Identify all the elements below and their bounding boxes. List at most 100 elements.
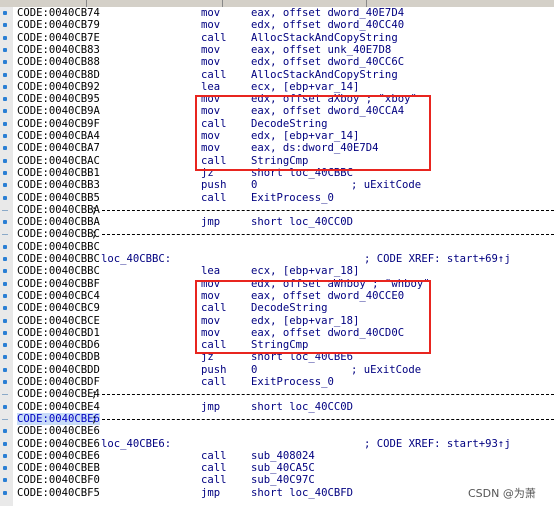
listing-row[interactable]: CODE:0040CBB5 call ExitProcess_0 <box>13 192 554 204</box>
row-address[interactable]: CODE:0040CB9A <box>17 105 100 117</box>
gutter-line-dot[interactable] <box>3 429 7 434</box>
breakpoint-gutter[interactable] <box>0 7 13 506</box>
instruction-operands[interactable]: ecx, [ebp+var_14] <box>251 81 359 93</box>
instruction-mnemonic[interactable]: call <box>201 450 227 462</box>
instruction-mnemonic[interactable]: call <box>201 32 227 44</box>
listing-row[interactable]: CODE:0040CBBC loc_40CBBC: ; CODE XREF: sta… <box>13 253 554 265</box>
row-address[interactable]: CODE:0040CBF5 <box>17 487 100 499</box>
gutter-line-dot[interactable] <box>3 146 7 151</box>
instruction-mnemonic[interactable]: mov <box>201 56 220 68</box>
gutter-line-dot[interactable] <box>3 380 7 384</box>
instruction-mnemonic[interactable]: lea <box>201 81 220 93</box>
row-address[interactable]: CODE:0040CB7E <box>17 32 100 44</box>
instruction-operands[interactable]: AllocStackAndCopyString <box>251 32 398 44</box>
row-address[interactable]: CODE:0040CB88 <box>17 56 100 68</box>
row-address[interactable]: CODE:0040CBC4 <box>17 290 100 302</box>
gutter-line-dot[interactable] <box>3 404 7 409</box>
gutter-line-dot[interactable] <box>3 343 7 348</box>
gutter-line-dot[interactable] <box>3 109 7 114</box>
gutter-line-dot[interactable] <box>3 72 7 77</box>
row-address[interactable]: CODE:0040CB92 <box>17 81 100 93</box>
gutter-dash-marker[interactable] <box>2 234 8 236</box>
instruction-operands[interactable]: AllocStackAndCopyString <box>251 69 398 81</box>
row-address[interactable]: CODE:0040CBE6 <box>17 450 100 462</box>
instruction-operands[interactable]: eax, offset unk_40E7D8 <box>251 44 391 56</box>
gutter-line-dot[interactable] <box>3 60 7 65</box>
row-address[interactable]: CODE:0040CBE6 <box>17 412 100 426</box>
instruction-mnemonic[interactable]: mov <box>201 44 220 56</box>
instruction-mnemonic[interactable]: call <box>201 69 227 81</box>
listing-row[interactable]: CODE:0040CB8D call AllocStackAndCopyString <box>13 69 554 81</box>
gutter-line-dot[interactable] <box>3 23 7 28</box>
gutter-line-dot[interactable] <box>3 84 7 89</box>
gutter-line-dot[interactable] <box>3 158 7 163</box>
row-address[interactable]: CODE:0040CBBC <box>17 253 100 265</box>
listing-row[interactable]: CODE:0040CBE4 jmp short loc_40CC0D <box>13 401 554 413</box>
listing-row[interactable]: CODE:0040CBDF call ExitProcess_0 <box>13 376 554 388</box>
row-address[interactable]: CODE:0040CBB3 <box>17 179 100 191</box>
row-address[interactable]: CODE:0040CB8D <box>17 69 100 81</box>
listing-row[interactable]: CODE:0040CB74 mov eax, offset dword_40E7D4 <box>13 7 554 19</box>
instruction-mnemonic[interactable]: jmp <box>201 401 220 413</box>
gutter-line-dot[interactable] <box>3 183 7 188</box>
listing-row[interactable]: CODE:0040CBEB call sub_40CA5C <box>13 462 554 474</box>
listing-row[interactable]: CODE:0040CBBC; <box>13 228 554 240</box>
gutter-line-dot[interactable] <box>3 367 7 372</box>
gutter-line-dot[interactable] <box>3 441 7 446</box>
code-label[interactable]: loc_40CBBC: <box>101 253 171 265</box>
gutter-line-dot[interactable] <box>3 453 7 458</box>
instruction-mnemonic[interactable]: call <box>201 376 227 388</box>
gutter-line-dot[interactable] <box>3 220 7 225</box>
listing-row[interactable]: CODE:0040CBBA jmp short loc_40CC0D <box>13 216 554 228</box>
gutter-line-dot[interactable] <box>3 490 7 495</box>
gutter-line-dot[interactable] <box>3 330 7 335</box>
row-address[interactable]: CODE:0040CBDF <box>17 376 100 388</box>
row-address[interactable]: CODE:0040CBBF <box>17 278 100 290</box>
instruction-mnemonic[interactable]: push <box>201 179 227 191</box>
listing-row[interactable]: CODE:0040CB79 mov edx, offset dword_40CC40 <box>13 19 554 31</box>
row-address[interactable]: CODE:0040CBBA <box>17 204 100 216</box>
row-address[interactable]: CODE:0040CBE6 <box>17 425 100 437</box>
instruction-operands[interactable]: ExitProcess_0 <box>251 192 334 204</box>
listing-row[interactable]: CODE:0040CBB3 push 0 ; uExitCode <box>13 179 554 191</box>
instruction-operands[interactable]: sub_408024 <box>251 450 315 462</box>
row-address[interactable]: CODE:0040CBB1 <box>17 167 100 179</box>
row-address[interactable]: CODE:0040CBEB <box>17 462 100 474</box>
disassembly-listing[interactable]: CODE:0040CB74 mov eax, offset dword_40E7D4… <box>13 7 554 506</box>
instruction-operands[interactable]: edx, offset dword_40CC40 <box>251 19 404 31</box>
row-address[interactable]: CODE:0040CBCE <box>17 315 100 327</box>
instruction-mnemonic[interactable]: mov <box>201 7 220 19</box>
row-address[interactable]: CODE:0040CBD1 <box>17 327 100 339</box>
instruction-operands[interactable]: short loc_40CC0D <box>251 401 353 413</box>
gutter-line-dot[interactable] <box>3 293 7 298</box>
row-address[interactable]: CODE:0040CBA7 <box>17 142 100 154</box>
gutter-line-dot[interactable] <box>3 306 7 311</box>
row-address[interactable]: CODE:0040CBC9 <box>17 302 100 314</box>
instruction-mnemonic[interactable]: lea <box>201 265 220 277</box>
row-address[interactable]: CODE:0040CBE4 <box>17 401 100 413</box>
instruction-operands[interactable]: eax, offset dword_40E7D4 <box>251 7 404 19</box>
row-address[interactable]: CODE:0040CBAC <box>17 155 100 167</box>
row-address[interactable]: CODE:0040CBE4 <box>17 388 100 400</box>
row-address[interactable]: CODE:0040CBB5 <box>17 192 100 204</box>
row-address[interactable]: CODE:0040CBBA <box>17 216 100 228</box>
gutter-line-dot[interactable] <box>3 195 7 200</box>
row-address[interactable]: CODE:0040CBDB <box>17 351 100 363</box>
listing-row[interactable]: CODE:0040CB7E call AllocStackAndCopyString <box>13 32 554 44</box>
listing-row[interactable]: CODE:0040CB88 mov edx, offset dword_40CC6C <box>13 56 554 68</box>
instruction-operands[interactable]: edx, offset dword_40CC6C <box>251 56 404 68</box>
listing-row[interactable]: CODE:0040CB83 mov eax, offset unk_40E7D8 <box>13 44 554 56</box>
instruction-mnemonic[interactable]: call <box>201 474 227 486</box>
gutter-line-dot[interactable] <box>3 47 7 52</box>
listing-row[interactable]: CODE:0040CBE6 call sub_408024 <box>13 450 554 462</box>
instruction-mnemonic[interactable]: jmp <box>201 216 220 228</box>
gutter-line-dot[interactable] <box>3 478 7 483</box>
row-address[interactable]: CODE:0040CBBC <box>17 265 100 277</box>
instruction-operands[interactable]: ExitProcess_0 <box>251 376 334 388</box>
row-address[interactable]: CODE:0040CB95 <box>17 93 100 105</box>
gutter-line-dot[interactable] <box>3 244 7 249</box>
listing-row[interactable]: CODE:0040CBE6; <box>13 412 554 426</box>
instruction-operands[interactable]: 0 <box>251 364 257 376</box>
gutter-line-dot[interactable] <box>3 257 7 261</box>
instruction-mnemonic[interactable]: jmp <box>201 487 220 499</box>
